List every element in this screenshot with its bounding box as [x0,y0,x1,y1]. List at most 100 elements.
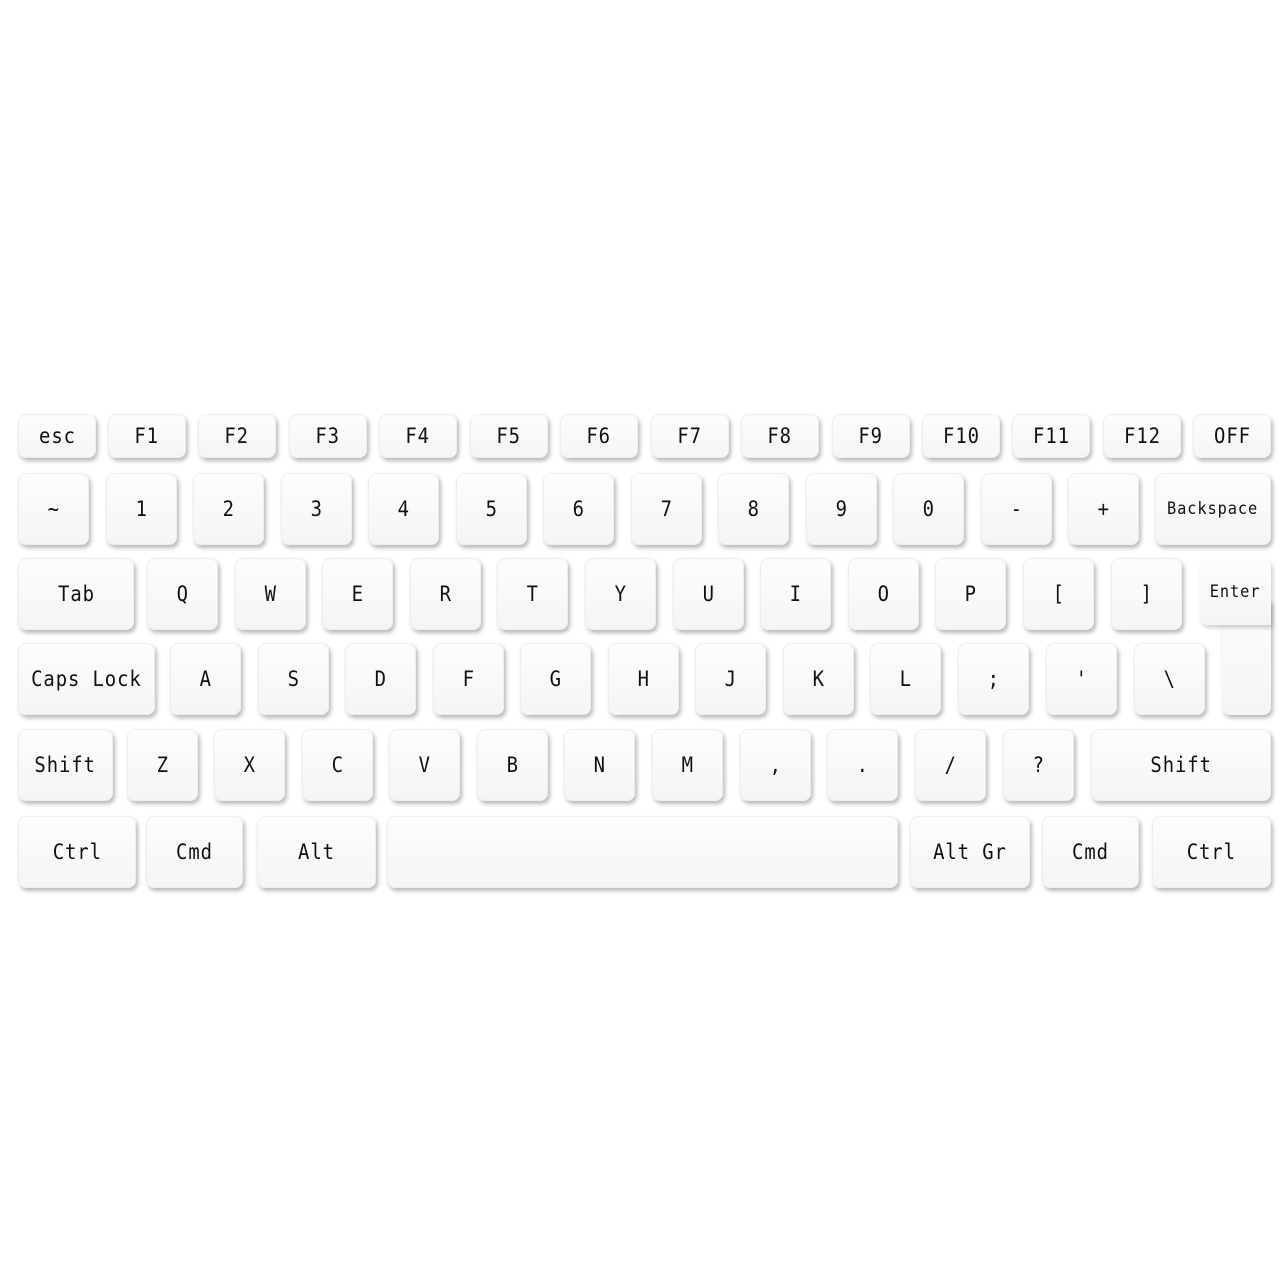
key-question[interactable]: ? [1003,729,1074,801]
key-label: H [637,667,650,691]
key-label: U [702,582,715,606]
key-s[interactable]: S [258,643,329,715]
key-y[interactable]: Y [585,558,656,630]
key-label: 3 [310,497,323,521]
key-label: - [1010,497,1023,521]
key-f8[interactable]: F8 [741,414,819,458]
key-k[interactable]: K [783,643,854,715]
key-f12[interactable]: F12 [1103,414,1181,458]
key-i[interactable]: I [760,558,831,630]
key-m[interactable]: M [652,729,723,801]
key-8[interactable]: 8 [718,473,789,545]
key-o[interactable]: O [848,558,919,630]
key-r[interactable]: R [410,558,481,630]
key-q[interactable]: Q [147,558,218,630]
key-n[interactable]: N [564,729,635,801]
key-tab[interactable]: Tab [18,558,134,630]
key-3[interactable]: 3 [281,473,352,545]
key-f9[interactable]: F9 [832,414,910,458]
key-quote[interactable]: ' [1046,643,1117,715]
key-comma[interactable]: , [740,729,811,801]
key-z[interactable]: Z [127,729,198,801]
key-f11[interactable]: F11 [1012,414,1090,458]
key-shift-right[interactable]: Shift [1091,729,1271,801]
key-w[interactable]: W [235,558,306,630]
key-j[interactable]: J [695,643,766,715]
key-label: Shift [1150,753,1212,777]
key-4[interactable]: 4 [368,473,439,545]
key-off[interactable]: OFF [1193,414,1271,458]
key-esc[interactable]: esc [18,414,96,458]
key-label: A [199,667,212,691]
key-label: Ctrl [1186,840,1237,864]
key-7[interactable]: 7 [631,473,702,545]
key-cmd-left[interactable]: Cmd [146,816,243,888]
key-space[interactable] [387,816,898,888]
key-label: Tab [57,582,95,606]
key-0[interactable]: 0 [893,473,964,545]
key-label: Caps Lock [31,667,142,691]
key-t[interactable]: T [497,558,568,630]
key-e[interactable]: E [322,558,393,630]
key-ctrl-right[interactable]: Ctrl [1152,816,1271,888]
key-f1[interactable]: F1 [108,414,186,458]
key-label: . [856,753,869,777]
key-f7[interactable]: F7 [651,414,729,458]
key-cmd-right[interactable]: Cmd [1042,816,1139,888]
key-label: 8 [747,497,760,521]
key-caps-lock[interactable]: Caps Lock [18,643,155,715]
key-label: F3 [315,424,341,448]
key-label: P [964,582,977,606]
key-h[interactable]: H [608,643,679,715]
key-9[interactable]: 9 [806,473,877,545]
key-left-bracket[interactable]: [ [1023,558,1094,630]
key-backslash[interactable]: \ [1134,643,1205,715]
key-v[interactable]: V [389,729,460,801]
key-label: F [462,667,475,691]
key-f[interactable]: F [433,643,504,715]
key-f10[interactable]: F10 [922,414,1000,458]
key-enter[interactable]: Enter [1200,558,1271,625]
key-label: M [681,753,694,777]
key-backspace[interactable]: Backspace [1155,473,1271,545]
key-label: Z [156,753,169,777]
key-alt[interactable]: Alt [257,816,376,888]
key-label: E [351,582,364,606]
key-shift-left[interactable]: Shift [18,729,113,801]
key-g[interactable]: G [520,643,591,715]
key-label: F5 [496,424,522,448]
key-tilde[interactable]: ~ [18,473,89,545]
key-right-bracket[interactable]: ] [1111,558,1182,630]
key-f4[interactable]: F4 [379,414,457,458]
key-b[interactable]: B [477,729,548,801]
key-f6[interactable]: F6 [560,414,638,458]
key-1[interactable]: 1 [106,473,177,545]
key-label: F1 [134,424,160,448]
key-u[interactable]: U [673,558,744,630]
key-label: Ctrl [52,840,102,864]
key-slash[interactable]: / [915,729,986,801]
key-f2[interactable]: F2 [198,414,276,458]
key-ctrl-left[interactable]: Ctrl [18,816,136,888]
key-p[interactable]: P [935,558,1006,630]
key-x[interactable]: X [214,729,285,801]
key-5[interactable]: 5 [456,473,527,545]
key-label: / [944,753,957,777]
key-label: Shift [34,753,97,777]
key-alt-gr[interactable]: Alt Gr [910,816,1030,888]
key-label: W [264,582,277,606]
key-f5[interactable]: F5 [470,414,548,458]
key-semicolon[interactable]: ; [958,643,1029,715]
key-2[interactable]: 2 [193,473,264,545]
key-period[interactable]: . [827,729,898,801]
key-a[interactable]: A [170,643,241,715]
key-d[interactable]: D [345,643,416,715]
key-label: J [724,667,737,691]
key-6[interactable]: 6 [543,473,614,545]
key-plus[interactable]: + [1068,473,1139,545]
key-f3[interactable]: F3 [289,414,367,458]
key-l[interactable]: L [870,643,941,715]
key-c[interactable]: C [302,729,373,801]
key-minus[interactable]: - [981,473,1052,545]
key-label: 1 [135,497,148,521]
